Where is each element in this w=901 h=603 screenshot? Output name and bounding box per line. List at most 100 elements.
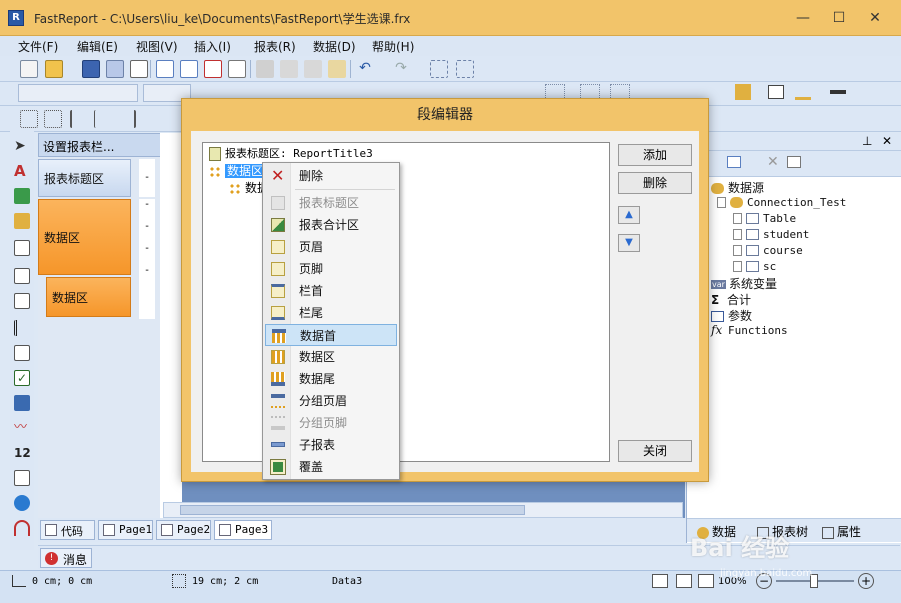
page-view-icon[interactable]	[676, 574, 692, 588]
tab-messages[interactable]: ! 消息	[40, 548, 93, 568]
fit-grid-icon[interactable]	[44, 110, 62, 128]
open-icon[interactable]	[45, 60, 63, 78]
tab-properties[interactable]: 属性	[822, 523, 861, 540]
tree-item-system-variables[interactable]: var 系统变量	[711, 275, 777, 291]
tree-item-functions[interactable]: fx Functions	[711, 323, 788, 339]
shape-object-icon[interactable]	[14, 213, 30, 229]
align-grid-icon[interactable]	[20, 110, 38, 128]
tree-item-totals[interactable]: Σ 合计	[711, 291, 751, 307]
view-icon[interactable]	[787, 156, 801, 168]
cut-icon[interactable]	[256, 60, 274, 78]
font-name-combo[interactable]	[18, 84, 138, 102]
menu-item-report-summary[interactable]: 报表合计区	[265, 214, 397, 236]
menu-report[interactable]: 报表(R)	[254, 38, 296, 55]
tab-page3[interactable]: Page3	[214, 520, 272, 540]
tree-node-data[interactable]: 数据区	[209, 162, 266, 179]
delete-icon[interactable]: ✕	[767, 154, 779, 170]
menu-view[interactable]: 视图(V)	[136, 38, 178, 55]
panel-close-icon[interactable]: ✕	[882, 134, 892, 148]
menu-item-data-footer[interactable]: 数据尾	[265, 368, 397, 390]
pin-icon[interactable]: ⊥	[862, 134, 872, 148]
barcode-icon[interactable]	[14, 320, 30, 336]
tree-node-report-title[interactable]: 报表标题区: ReportTitle3	[209, 145, 373, 161]
menu-item-column-header[interactable]: 栏首	[265, 280, 397, 302]
menu-item-column-footer[interactable]: 栏尾	[265, 302, 397, 324]
report-page[interactable]	[160, 133, 182, 518]
close-button[interactable]: ✕	[862, 8, 888, 28]
tab-page1[interactable]: Page1	[98, 520, 153, 540]
menu-item-group-footer[interactable]: 分组页脚	[265, 412, 397, 434]
band-report-title[interactable]: 报表标题区	[38, 159, 131, 197]
menu-item-report-title[interactable]: 报表标题区	[265, 192, 397, 214]
gauge-object-icon[interactable]	[14, 520, 30, 536]
expand-icon[interactable]	[733, 245, 742, 256]
text-object-icon[interactable]: A	[14, 163, 30, 179]
expand-icon[interactable]	[733, 261, 742, 272]
ungroup-icon[interactable]	[456, 60, 474, 78]
new-icon[interactable]	[20, 60, 38, 78]
expand-icon[interactable]	[733, 229, 742, 240]
save-icon[interactable]	[82, 60, 100, 78]
preview-icon[interactable]	[130, 60, 148, 78]
move-up-icon[interactable]: ▲	[618, 206, 640, 224]
expand-icon[interactable]	[733, 213, 742, 224]
tree-item-student[interactable]: student	[733, 227, 809, 243]
menu-item-page-header[interactable]: 页眉	[265, 236, 397, 258]
copy-icon[interactable]	[280, 60, 298, 78]
save-all-icon[interactable]	[106, 60, 124, 78]
menu-item-data-header[interactable]: 数据首	[265, 324, 397, 346]
group-icon[interactable]	[430, 60, 448, 78]
menu-item-delete[interactable]: ✕ 删除	[265, 165, 397, 187]
rich-text-icon[interactable]	[14, 345, 30, 361]
horizontal-scrollbar[interactable]	[163, 502, 683, 518]
minimize-button[interactable]: —	[790, 8, 816, 28]
close-dialog-button[interactable]: 关闭	[618, 440, 692, 462]
delete-page-icon[interactable]	[204, 60, 222, 78]
tree-item-parameters[interactable]: 参数	[711, 307, 752, 323]
align-right-icon[interactable]	[118, 110, 136, 128]
pointer-icon[interactable]: ➤	[14, 138, 30, 154]
line-style-icon[interactable]	[830, 90, 846, 94]
align-left-icon[interactable]	[70, 110, 88, 128]
collapse-icon[interactable]	[717, 197, 726, 208]
zoom-in-icon[interactable]: +	[858, 573, 874, 589]
cellular-text-icon[interactable]	[14, 470, 30, 486]
align-center-icon[interactable]	[94, 110, 112, 128]
tab-page2[interactable]: Page2	[156, 520, 211, 540]
zip-code-icon[interactable]: 12	[14, 445, 31, 461]
tree-item-table[interactable]: Table	[733, 211, 796, 227]
menu-item-page-footer[interactable]: 页脚	[265, 258, 397, 280]
maximize-button[interactable]: ☐	[826, 8, 852, 28]
new-page-icon[interactable]	[156, 60, 174, 78]
fit-page-icon[interactable]	[698, 574, 714, 588]
band-data[interactable]: 数据区	[38, 199, 131, 275]
menu-item-child-band[interactable]: 子报表	[265, 434, 397, 456]
menu-item-overlay[interactable]: 覆盖	[265, 456, 397, 478]
tree-item-course[interactable]: course	[733, 243, 803, 259]
line-color-icon[interactable]	[795, 84, 811, 100]
tab-code[interactable]: 代码	[40, 520, 95, 540]
frame-icon[interactable]	[768, 85, 784, 99]
band-panel-header[interactable]: 设置报表栏...	[38, 133, 162, 157]
tree-item-connection[interactable]: Connection_Test	[717, 195, 846, 211]
band-sub-data[interactable]: 数据区	[46, 277, 131, 317]
sparkline-icon[interactable]: 〰	[14, 420, 30, 436]
paste-icon[interactable]	[304, 60, 322, 78]
picture-object-icon[interactable]	[14, 188, 30, 204]
menu-help[interactable]: 帮助(H)	[372, 38, 414, 55]
menu-item-data-band[interactable]: 数据区	[265, 346, 397, 368]
menu-edit[interactable]: 编辑(E)	[77, 38, 118, 55]
fill-color-icon[interactable]	[735, 84, 751, 100]
new-dialog-icon[interactable]	[180, 60, 198, 78]
map-object-icon[interactable]	[14, 495, 30, 511]
tree-item-sc[interactable]: sc	[733, 259, 776, 275]
move-down-icon[interactable]: ▼	[618, 234, 640, 252]
chart-object-icon[interactable]	[14, 395, 30, 411]
checkbox-object-icon[interactable]: ✓	[14, 370, 30, 386]
menu-data[interactable]: 数据(D)	[313, 38, 356, 55]
tree-item-datasources[interactable]: 数据源	[711, 179, 764, 195]
menu-file[interactable]: 文件(F)	[18, 38, 58, 55]
undo-icon[interactable]: ↶	[356, 60, 374, 78]
view-mode-icon[interactable]	[652, 574, 668, 588]
menu-item-group-header[interactable]: 分组页眉	[265, 390, 397, 412]
